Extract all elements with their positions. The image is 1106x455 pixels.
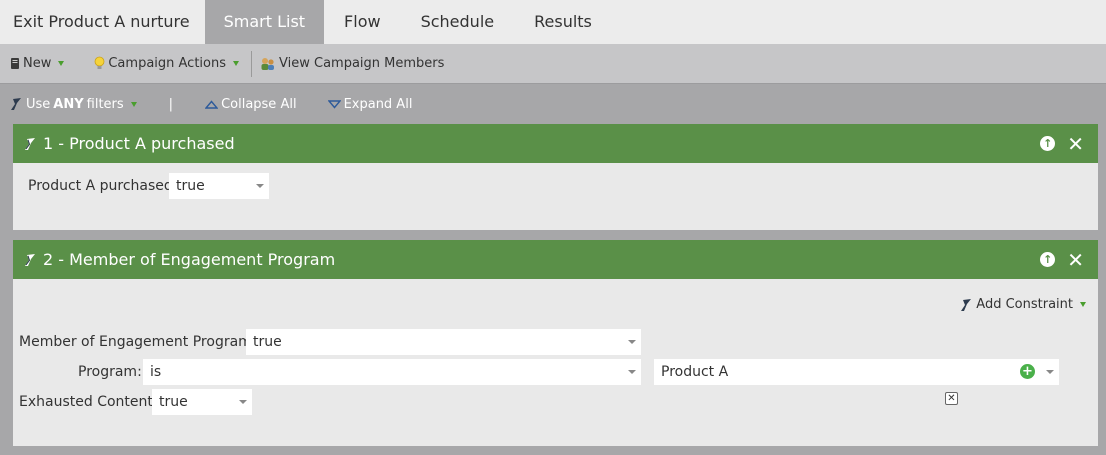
filter-icon (25, 253, 35, 266)
filter-icon (961, 298, 972, 311)
add-constraint-button[interactable]: Add Constraint (959, 297, 1086, 312)
program-operator-select[interactable]: is (143, 359, 641, 385)
collapse-all-label: Collapse All (221, 96, 297, 112)
new-button[interactable]: New (0, 44, 72, 84)
filter-icon (11, 98, 21, 110)
move-up-icon[interactable]: ↑ (1040, 136, 1056, 151)
view-campaign-members-button[interactable]: View Campaign Members (254, 44, 452, 84)
program-operator-value: is (150, 364, 162, 380)
filters-label: filters (86, 96, 124, 112)
chevron-down-icon (1080, 302, 1086, 307)
use-label: Use (26, 96, 51, 112)
campaign-actions-label: Campaign Actions (108, 56, 227, 71)
product-a-purchased-select[interactable]: true (169, 173, 269, 199)
tab-smart-list[interactable]: Smart List (204, 0, 325, 44)
expand-all-button[interactable]: Expand All (327, 96, 413, 112)
chevron-down-icon (628, 340, 636, 344)
use-filters-dropdown[interactable]: Use ANY filters (9, 97, 137, 112)
chevron-down-icon (130, 101, 137, 107)
new-button-label: New (23, 56, 52, 71)
lightbulb-icon (94, 56, 105, 69)
member-of-engagement-program-label: Member of Engagement Program: (19, 334, 257, 350)
remove-constraint-icon[interactable]: ✕ (945, 392, 958, 405)
any-label: ANY (53, 96, 84, 112)
chevron-down-icon (327, 99, 341, 109)
toolbar-separator (251, 50, 253, 77)
filter-card-2-header[interactable]: 2 - Member of Engagement Program ↑ ✕ (13, 240, 1098, 279)
filter-card-1-header[interactable]: 1 - Product A purchased ↑ ✕ (13, 124, 1098, 163)
program-value: Product A (661, 364, 729, 380)
tab-exit-product-a-nurture[interactable]: Exit Product A nurture (0, 0, 203, 44)
member-of-engagement-program-value: true (253, 334, 282, 350)
tab-flow[interactable]: Flow (324, 0, 401, 44)
chevron-down-icon (628, 370, 636, 374)
filter-card-1: 1 - Product A purchased ↑ ✕ Product A pu… (13, 124, 1098, 230)
filter-icon (25, 137, 35, 150)
exhausted-content-label: Exhausted Content: (19, 394, 158, 410)
filter-card-1-actions: ↑ ✕ (1040, 134, 1084, 154)
filter-card-2-title: 2 - Member of Engagement Program (43, 250, 336, 269)
chevron-down-icon (239, 400, 247, 404)
document-icon (11, 58, 19, 69)
program-value-select[interactable]: Product A + (654, 359, 1059, 385)
program-label: Program: (78, 364, 142, 380)
product-a-purchased-label: Product A purchased (28, 178, 173, 194)
add-value-icon[interactable]: + (1020, 364, 1035, 379)
chevron-down-icon (1046, 370, 1054, 374)
tab-schedule[interactable]: Schedule (401, 0, 515, 44)
people-icon (261, 57, 275, 70)
toolbar: New Campaign Actions View Campaign Membe… (0, 44, 1106, 84)
expand-all-label: Expand All (343, 96, 413, 112)
move-up-icon[interactable]: ↑ (1040, 252, 1056, 267)
filter-bar-separator: | (168, 96, 174, 112)
exhausted-content-select[interactable]: true (152, 389, 252, 415)
view-campaign-members-label: View Campaign Members (279, 56, 445, 71)
product-a-purchased-value: true (176, 178, 205, 194)
filter-card-2-actions: ↑ ✕ (1040, 250, 1084, 270)
filter-bar: Use ANY filters | Collapse All Expand Al… (0, 85, 1106, 123)
chevron-down-icon (233, 61, 240, 66)
chevron-up-icon (205, 99, 219, 109)
filter-card-1-title: 1 - Product A purchased (43, 134, 235, 153)
chevron-down-icon (256, 184, 264, 188)
tab-results[interactable]: Results (514, 0, 612, 44)
exhausted-content-value: true (159, 394, 188, 410)
chevron-down-icon (58, 61, 65, 66)
close-icon[interactable]: ✕ (1067, 250, 1084, 270)
add-constraint-label: Add Constraint (976, 297, 1073, 312)
member-of-engagement-program-select[interactable]: true (246, 329, 641, 355)
close-icon[interactable]: ✕ (1067, 134, 1084, 154)
filter-card-2: 2 - Member of Engagement Program ↑ ✕ Add… (13, 240, 1098, 446)
campaign-actions-button[interactable]: Campaign Actions (86, 44, 247, 84)
tab-bar: Exit Product A nurture Smart List Flow S… (0, 0, 1106, 44)
collapse-all-button[interactable]: Collapse All (205, 97, 297, 112)
